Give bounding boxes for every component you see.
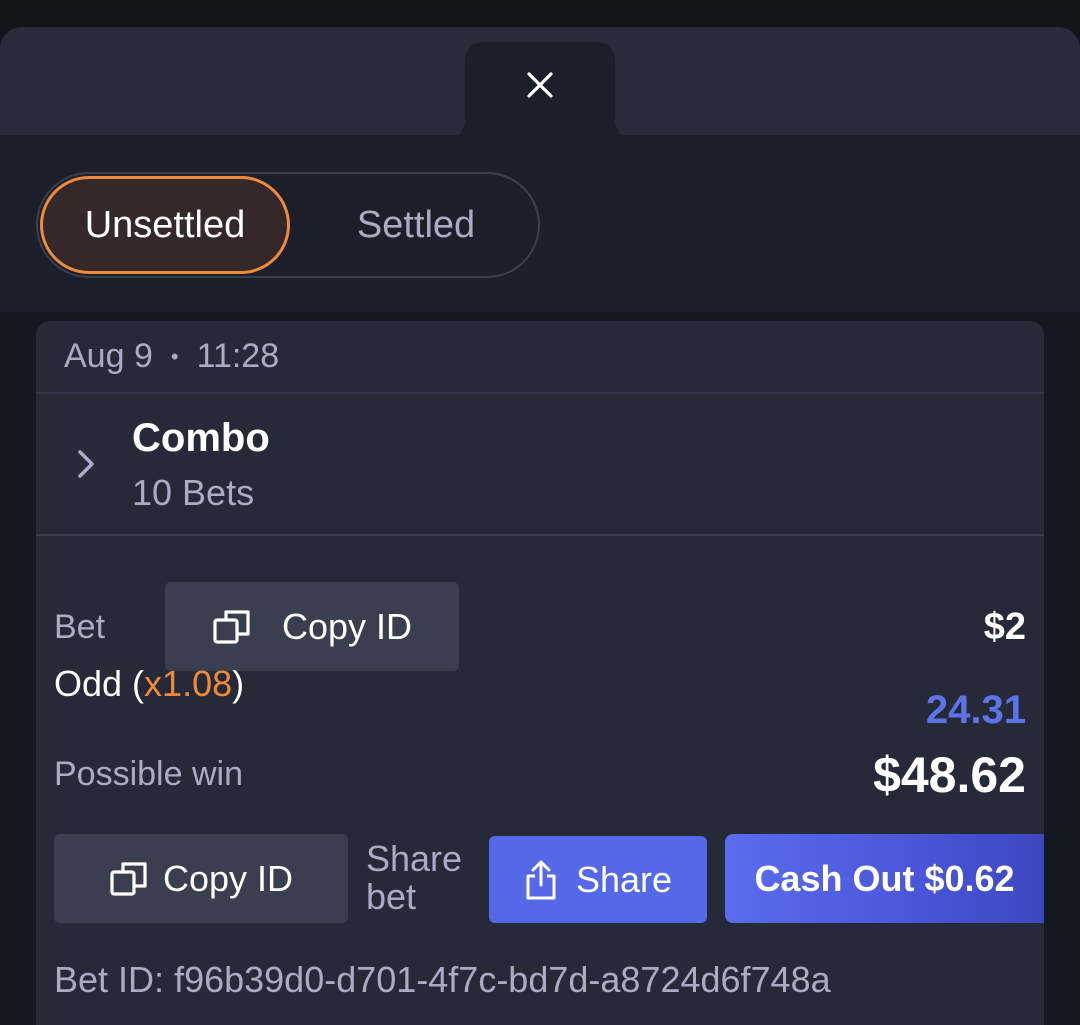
bet-id-value: f96b39d0-d701-4f7c-bd7d-a8724d6f748a [174,959,831,1000]
copy-id-label-2: Copy ID [162,857,294,899]
bet-card-header: Aug 9 • 11:28 [36,321,1044,394]
share-bet-label: Share bet [366,838,463,917]
share-button[interactable]: Share [489,836,707,923]
copy-icon [110,861,147,896]
close-button[interactable] [505,55,575,115]
share-label: Share [575,858,673,900]
tab-settled[interactable]: Settled [298,174,534,276]
bet-label: Bet [54,608,106,646]
cash-out-button[interactable]: Cash Out $0.62 [725,834,1044,923]
odd-multiplier: x1.08 [144,663,233,704]
bet-status-toggle: Unsettled Settled [36,172,540,278]
chevron-right-icon[interactable] [72,446,100,482]
share-icon [526,860,556,899]
combo-bet-count: 10 Bets [132,472,255,513]
bet-amount: $2 [983,606,1026,648]
possible-win-label: Possible win [54,755,243,793]
odd-label-text: Odd [54,663,123,704]
odd-value: 24.31 [925,688,1026,732]
separator-dot: • [170,343,179,369]
close-tab [465,42,615,137]
combo-title: Combo [132,416,270,460]
combo-row[interactable]: Combo 10 Bets [36,394,1044,536]
possible-win-value: $48.62 [873,747,1026,803]
bet-id-label: Bet ID: [54,959,165,1000]
copy-id-label: Copy ID [281,605,413,647]
copy-id-button[interactable]: Copy ID [165,582,459,671]
close-icon [527,72,553,98]
copy-id-button-2[interactable]: Copy ID [54,834,348,923]
odd-label: Odd (x1.08) [54,663,245,704]
bet-card: Aug 9 • 11:28 Combo 10 Bets Bet Copy ID … [36,321,1044,1025]
bet-time: 11:28 [196,337,280,375]
bet-date: Aug 9 [64,337,153,375]
copy-icon [213,609,250,644]
bet-id: Bet ID: f96b39d0-d701-4f7c-bd7d-a8724d6f… [54,959,831,1001]
tab-unsettled[interactable]: Unsettled [40,176,290,274]
